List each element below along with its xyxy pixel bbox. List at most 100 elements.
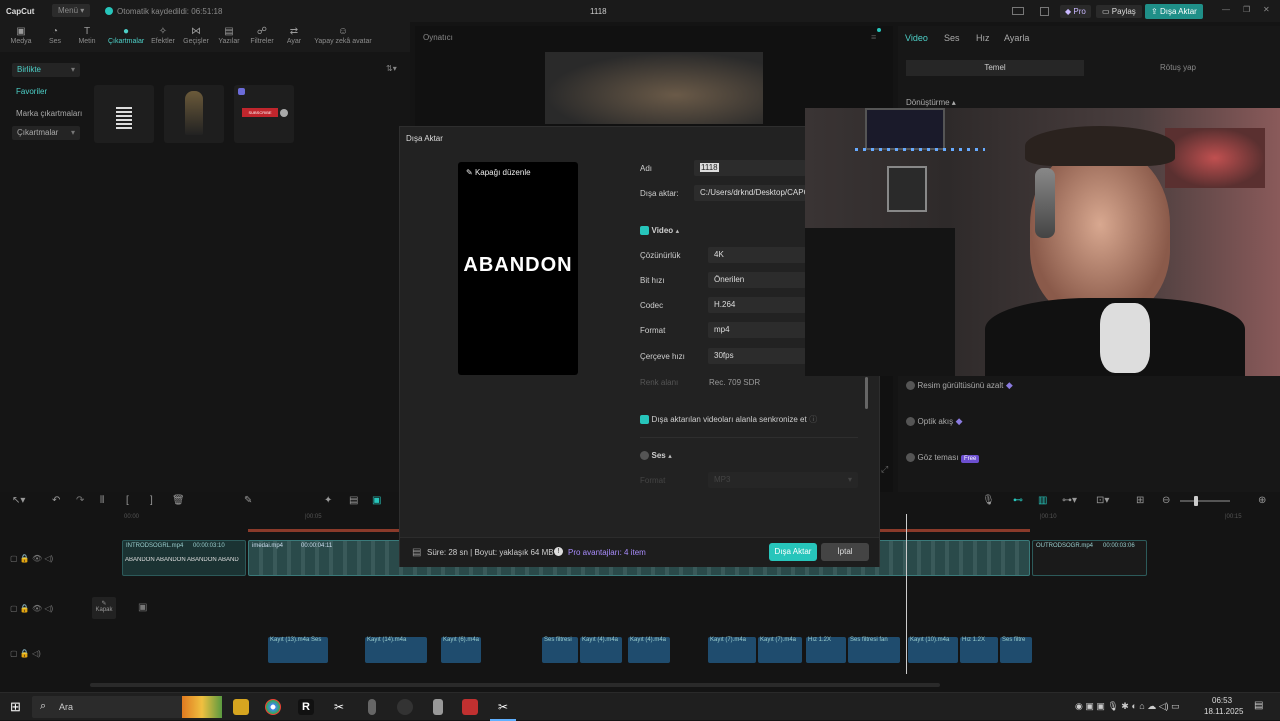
player-menu-icon[interactable]: ≡ xyxy=(871,32,876,42)
sync-option[interactable]: Dışa aktarılan videoları alanla senkroni… xyxy=(640,414,817,425)
split-right-icon[interactable]: ] xyxy=(150,495,153,506)
tab-video[interactable]: Video xyxy=(905,33,928,43)
preview-axis-icon[interactable]: ⊶▾ xyxy=(1062,495,1077,506)
tool-filters[interactable]: ☍ Filtreler xyxy=(245,26,279,45)
tool-text[interactable]: T Metin xyxy=(70,26,104,45)
audio-clip[interactable]: Kayıt (7).m4a xyxy=(758,637,802,663)
filter-icon[interactable]: ⇅▾ xyxy=(386,64,397,73)
codec-select[interactable]: H.264 xyxy=(708,297,806,313)
export-top-button[interactable]: ⇪ Dışa Aktar xyxy=(1145,4,1203,19)
export-path-input[interactable]: C:/Users/drknd/Desktop/CAPCU xyxy=(694,185,806,201)
denoise-option[interactable]: Resim gürültüsünü azalt ◆ xyxy=(906,380,1013,391)
cancel-button[interactable]: İptal xyxy=(821,543,869,561)
magnet-icon[interactable]: ▥ xyxy=(1038,495,1047,506)
eye-contact-option[interactable]: Göz teması Free xyxy=(906,452,980,463)
audio-clip[interactable]: Hız 1.2X xyxy=(806,637,846,663)
pro-benefits-link[interactable]: Pro avantajları: 4 item xyxy=(568,548,646,557)
audio-clip[interactable]: Kayıt (13).m4a Ses xyxy=(268,637,328,663)
track-controls-audio[interactable]: ▢ 🔒 ◁) xyxy=(10,649,41,658)
notification-icon[interactable]: ▤ xyxy=(1254,700,1263,711)
video-editor-icon[interactable] xyxy=(462,699,478,715)
category-dropdown[interactable]: Birlikte ▾ xyxy=(12,63,80,77)
zoom-out-icon[interactable]: ⊖ xyxy=(1162,495,1170,506)
audio-format-select[interactable]: MP3 ▾ xyxy=(708,472,858,488)
ratio-icon[interactable]: ⊡▾ xyxy=(1096,495,1109,506)
tab-speed[interactable]: Hız xyxy=(976,33,990,43)
obs-icon[interactable] xyxy=(397,699,413,715)
audio-clip[interactable]: Ses filtresi fan xyxy=(848,637,900,663)
magic-icon[interactable]: ✦ xyxy=(324,495,332,506)
zoom-slider[interactable] xyxy=(1180,496,1230,506)
clip-outro[interactable]: OUTRODSOGR.mp4 00:00:03:06 xyxy=(1032,540,1147,576)
dialog-scrollbar[interactable] xyxy=(865,377,868,409)
clock-time[interactable]: 06:53 xyxy=(1212,696,1232,705)
tray-icons[interactable]: ◉ ▣ ▣ 🎙 ✱ ◐ ⌂ ☁ ◁) ▭ xyxy=(1075,701,1180,712)
link-icon[interactable]: ⊷ xyxy=(1013,495,1023,506)
redo-icon[interactable]: ↷ xyxy=(76,495,84,506)
nav-favorites[interactable]: Favoriler xyxy=(16,87,47,96)
caption-icon[interactable]: ▤ xyxy=(349,495,358,506)
minimize-icon[interactable]: — xyxy=(1222,5,1230,14)
subtab-basic[interactable]: Temel xyxy=(906,60,1084,76)
tool-ai-avatar[interactable]: ☺ Yapay zekâ avatar xyxy=(312,26,374,45)
sync-checkbox[interactable] xyxy=(640,415,649,425)
split-icon[interactable]: ⫴ xyxy=(100,495,104,506)
audio-clip[interactable]: Ses filtre xyxy=(1000,637,1032,663)
audio-clip[interactable]: Hız 1.2X xyxy=(960,637,998,663)
r-app-icon[interactable]: R xyxy=(298,699,314,715)
timeline-scrollbar[interactable] xyxy=(90,683,940,687)
tool-captions[interactable]: ▤ Yazılar xyxy=(212,26,246,45)
edit-cover-button[interactable]: ✎ Kapağı düzenle xyxy=(466,168,531,177)
fullscreen-icon[interactable]: ⤢ xyxy=(881,464,888,475)
audio-clip[interactable]: Kayıt (6).m4a xyxy=(441,637,481,663)
sticker-thumbnail-3[interactable]: SUBSCRIBE xyxy=(234,85,294,143)
playhead[interactable] xyxy=(906,514,907,674)
audio-clip[interactable]: Kayıt (7).m4a xyxy=(708,637,756,663)
audio-section-toggle[interactable]: Ses ▴ xyxy=(640,450,672,461)
subtab-retouch[interactable]: Rötuş yap xyxy=(1088,60,1268,76)
snap-icon[interactable]: ▣ xyxy=(372,495,381,506)
menu-button[interactable]: Menü ▾ xyxy=(52,4,91,17)
delete-icon[interactable]: 🗑 xyxy=(172,495,185,506)
zoom-in-icon[interactable]: ⊕ xyxy=(1258,495,1266,506)
windows-start-icon[interactable]: ⊞ xyxy=(10,699,21,715)
bitrate-select[interactable]: Önerilen xyxy=(708,272,806,288)
video-section-toggle[interactable]: Video ▴ xyxy=(640,225,679,236)
tool-adjust[interactable]: ⇄ Ayar xyxy=(277,26,311,45)
fit-icon[interactable]: ⊞ xyxy=(1136,495,1144,506)
info-icon[interactable]: ⓘ xyxy=(809,415,817,424)
tool-transitions[interactable]: ⋈ Geçişler xyxy=(179,26,213,45)
format-select[interactable]: mp4 xyxy=(708,322,806,338)
tool-media[interactable]: ▣ Medya xyxy=(4,26,38,45)
capcut-active-icon[interactable]: ✂ xyxy=(495,699,511,715)
split-left-icon[interactable]: [ xyxy=(126,495,129,506)
fps-select[interactable]: 30fps xyxy=(708,348,806,364)
mic-app-icon[interactable] xyxy=(433,699,443,715)
select-tool-icon[interactable]: ↖▾ xyxy=(12,495,25,506)
player-preview[interactable] xyxy=(545,52,763,124)
layout-icon[interactable] xyxy=(1012,7,1024,15)
pro-button[interactable]: ◆ Pro xyxy=(1060,5,1091,18)
video-checkbox[interactable] xyxy=(640,226,649,236)
zoom-slider-handle[interactable] xyxy=(1194,496,1198,506)
audio-clip[interactable]: Kayıt (4).m4a xyxy=(580,637,622,663)
file-explorer-icon[interactable] xyxy=(233,699,249,715)
track-controls-video[interactable]: ▢ 🔒 👁 ◁) xyxy=(10,554,53,563)
chrome-icon[interactable] xyxy=(265,699,281,715)
optical-flow-option[interactable]: Optik akış ◆ xyxy=(906,416,963,427)
mouse-app-icon[interactable] xyxy=(368,699,376,715)
maximize-icon[interactable]: ❐ xyxy=(1243,5,1250,14)
cover-preview[interactable]: ✎ Kapağı düzenle ABANDON xyxy=(458,162,578,375)
audio-checkbox[interactable] xyxy=(640,451,649,461)
capcut-icon[interactable]: ✂ xyxy=(331,699,347,715)
shortcut-icon[interactable] xyxy=(1040,7,1049,16)
cover-button[interactable]: ✎ Kapak xyxy=(92,597,116,619)
track-controls-cover[interactable]: ▢ 🔒 👁 ◁) xyxy=(10,604,53,613)
mic-icon[interactable]: 🎙 xyxy=(982,495,995,506)
nav-brand-stickers[interactable]: Marka çıkartmaları xyxy=(16,109,82,118)
tool-effects[interactable]: ✧ Efektler xyxy=(146,26,180,45)
sticker-thumbnail-1[interactable] xyxy=(94,85,154,143)
stickers-dropdown[interactable]: Çıkartmalar ▾ xyxy=(12,126,80,140)
audio-clip[interactable]: Kayıt (10).m4a xyxy=(908,637,958,663)
audio-clip[interactable]: Kayıt (14).m4a xyxy=(365,637,427,663)
